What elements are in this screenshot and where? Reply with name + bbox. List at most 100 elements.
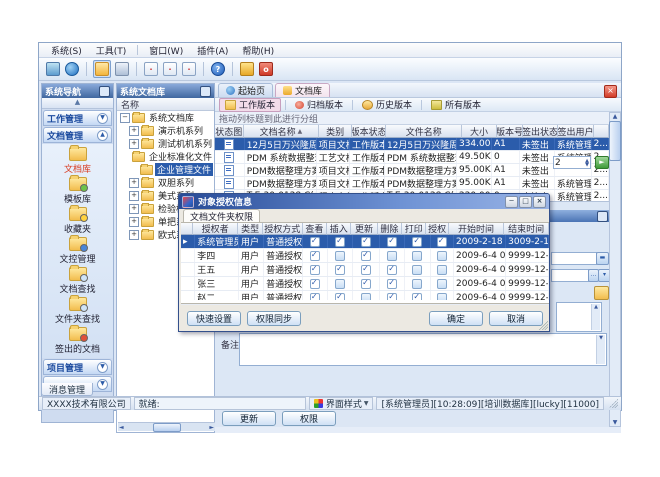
- table-row[interactable]: PDM数据整理方案2.doc项目文档工作版本PDM数据整理方案2.doc95.0…: [215, 177, 609, 190]
- menu-item-3[interactable]: 插件(A): [191, 43, 234, 58]
- tab-message-management[interactable]: 消息管理: [41, 383, 93, 396]
- permission-checkbox[interactable]: [335, 237, 345, 247]
- detail-field-2[interactable]: [551, 269, 589, 282]
- lock-button[interactable]: [239, 61, 255, 77]
- dialog-column-header-9[interactable]: 授权: [426, 223, 448, 235]
- help-button[interactable]: ?: [210, 61, 226, 77]
- grid-vertical-scrollbar[interactable]: ▲ ▼: [609, 112, 621, 427]
- permission-checkbox[interactable]: [335, 251, 345, 261]
- version-button-0[interactable]: 工作版本: [219, 98, 281, 112]
- column-header-9[interactable]: [594, 125, 609, 138]
- permission-checkbox[interactable]: [335, 279, 345, 289]
- tree-item[interactable]: +测试机机系列: [117, 137, 214, 150]
- update-button[interactable]: 更新: [222, 411, 276, 426]
- permission-checkbox[interactable]: [437, 265, 447, 275]
- scrollbar-thumb[interactable]: [153, 423, 181, 432]
- tree-item[interactable]: 企业标准化文件: [117, 150, 214, 163]
- permission-checkbox[interactable]: [310, 265, 320, 275]
- pin-icon[interactable]: [597, 211, 608, 222]
- dialog-column-header-8[interactable]: 打印: [402, 223, 426, 235]
- tab-home[interactable]: 起始页: [218, 83, 273, 97]
- column-header-6[interactable]: 版本号: [497, 125, 524, 138]
- tree-item[interactable]: −系统文档库: [117, 111, 214, 124]
- expand-expander-icon[interactable]: +: [129, 126, 139, 136]
- permission-checkbox[interactable]: [412, 265, 422, 275]
- dialog-column-header-4[interactable]: 查看: [303, 223, 327, 235]
- permission-checkbox[interactable]: [412, 279, 422, 289]
- close-tab-button[interactable]: ×: [604, 85, 617, 98]
- expand-expander-icon[interactable]: +: [129, 230, 139, 240]
- expand-expander-icon[interactable]: +: [129, 204, 139, 214]
- permission-checkbox[interactable]: [387, 265, 397, 275]
- column-header-7[interactable]: 签出状态: [523, 125, 557, 138]
- doc-import-button[interactable]: ·: [162, 61, 178, 77]
- table-row[interactable]: PDM 系统数据整理检...工艺文档工作版本PDM 系统数据整理...49.50…: [215, 151, 609, 164]
- dialog-table-row[interactable]: 张三用户普通授权2009-6-4 0:00:009999-12-31 23:59…: [181, 277, 549, 291]
- tab-folder-permissions[interactable]: 文档文件夹权限: [183, 209, 260, 222]
- chevron-down-icon[interactable]: ▼: [97, 379, 108, 390]
- sidebar-item-entry[interactable]: 收藏夹: [42, 206, 113, 236]
- dialog-column-header-6[interactable]: 更新: [351, 223, 377, 235]
- detail-list-box[interactable]: ▲: [556, 302, 602, 332]
- menu-item-0[interactable]: 系统(S): [45, 43, 88, 58]
- sidebar-item-entry[interactable]: 文件夹查找: [42, 296, 113, 326]
- tree-item[interactable]: +双胆系列: [117, 176, 214, 189]
- permission-checkbox[interactable]: [335, 265, 345, 275]
- computer-button[interactable]: [114, 61, 130, 77]
- permission-checkbox[interactable]: [437, 251, 447, 261]
- list-scrollbar[interactable]: ▲: [591, 304, 600, 330]
- doc-sync-button[interactable]: ·: [181, 61, 197, 77]
- remark-scrollbar[interactable]: ▼: [596, 335, 605, 364]
- scrollbar-thumb[interactable]: [609, 121, 621, 161]
- table-row[interactable]: 12月5日万兴隆周行...项目文档工作版本12月5日万兴隆周行...334.00…: [215, 138, 609, 151]
- permission-checkbox[interactable]: [437, 279, 447, 289]
- version-button-3[interactable]: 所有版本: [426, 99, 486, 111]
- permission-checkbox[interactable]: [361, 265, 371, 275]
- column-header-4[interactable]: 文件名称: [386, 125, 462, 138]
- tree-item[interactable]: 企业管理文件: [117, 163, 214, 176]
- permission-checkbox[interactable]: [412, 237, 422, 247]
- tree-item[interactable]: +演示机系列: [117, 124, 214, 137]
- sidebar-group-doc[interactable]: 文档管理 ▲: [43, 127, 112, 143]
- column-header-8[interactable]: 签出用户: [558, 125, 594, 138]
- clear-field-button[interactable]: ▬: [596, 252, 609, 265]
- permission-checkbox[interactable]: [310, 251, 320, 261]
- expand-expander-icon[interactable]: +: [129, 191, 139, 201]
- quantity-stepper[interactable]: 2 ▲▼: [553, 156, 591, 169]
- open-folder-button[interactable]: [93, 60, 111, 78]
- pushpin-icon[interactable]: [200, 86, 211, 97]
- menu-item-4[interactable]: 帮助(H): [236, 43, 280, 58]
- collapse-expander-icon[interactable]: −: [120, 113, 130, 123]
- column-header-3[interactable]: 版本状态: [352, 125, 386, 138]
- window-resize-grip[interactable]: [609, 399, 618, 408]
- column-header-2[interactable]: 类别: [319, 125, 352, 138]
- permission-checkbox[interactable]: [437, 237, 447, 247]
- permission-checkbox[interactable]: [412, 251, 422, 261]
- chevron-down-icon[interactable]: ▼: [97, 113, 108, 124]
- quick-setup-button[interactable]: 快速设置: [187, 311, 241, 326]
- cancel-button[interactable]: 取消: [489, 311, 543, 326]
- permission-checkbox[interactable]: [387, 237, 397, 247]
- dialog-column-header-2[interactable]: 类型: [238, 223, 262, 235]
- permission-checkbox[interactable]: [387, 251, 397, 261]
- group-by-bar[interactable]: 拖动列标题到此进行分组: [215, 112, 609, 125]
- chevron-down-icon[interactable]: ▼: [97, 362, 108, 373]
- column-header-0[interactable]: 状态图: [215, 125, 244, 138]
- tree-horizontal-scrollbar[interactable]: ◄ ►: [118, 422, 215, 431]
- table-row[interactable]: PDM数据整理方案.doc项目文档工作版本PDM数据整理方案.doc95.00K…: [215, 164, 609, 177]
- dialog-column-header-5[interactable]: 插入: [327, 223, 351, 235]
- version-button-1[interactable]: 归档版本: [290, 99, 348, 111]
- dialog-column-header-11[interactable]: 结束时间: [504, 223, 549, 235]
- column-header-5[interactable]: 大小: [462, 125, 496, 138]
- permission-sync-button[interactable]: 权限同步: [247, 311, 301, 326]
- expand-expander-icon[interactable]: +: [129, 178, 139, 188]
- globe-button[interactable]: [64, 61, 80, 77]
- sidebar-collapse-strip[interactable]: ▲: [42, 98, 113, 109]
- ok-button[interactable]: 确定: [429, 311, 483, 326]
- sidebar-group-work[interactable]: 工作管理 ▼: [43, 110, 112, 126]
- expand-expander-icon[interactable]: +: [129, 139, 139, 149]
- dialog-column-header-7[interactable]: 删除: [378, 223, 402, 235]
- permission-checkbox[interactable]: [361, 279, 371, 289]
- scroll-down-arrow-icon[interactable]: ▼: [613, 419, 618, 426]
- exit-button[interactable]: o: [258, 61, 274, 77]
